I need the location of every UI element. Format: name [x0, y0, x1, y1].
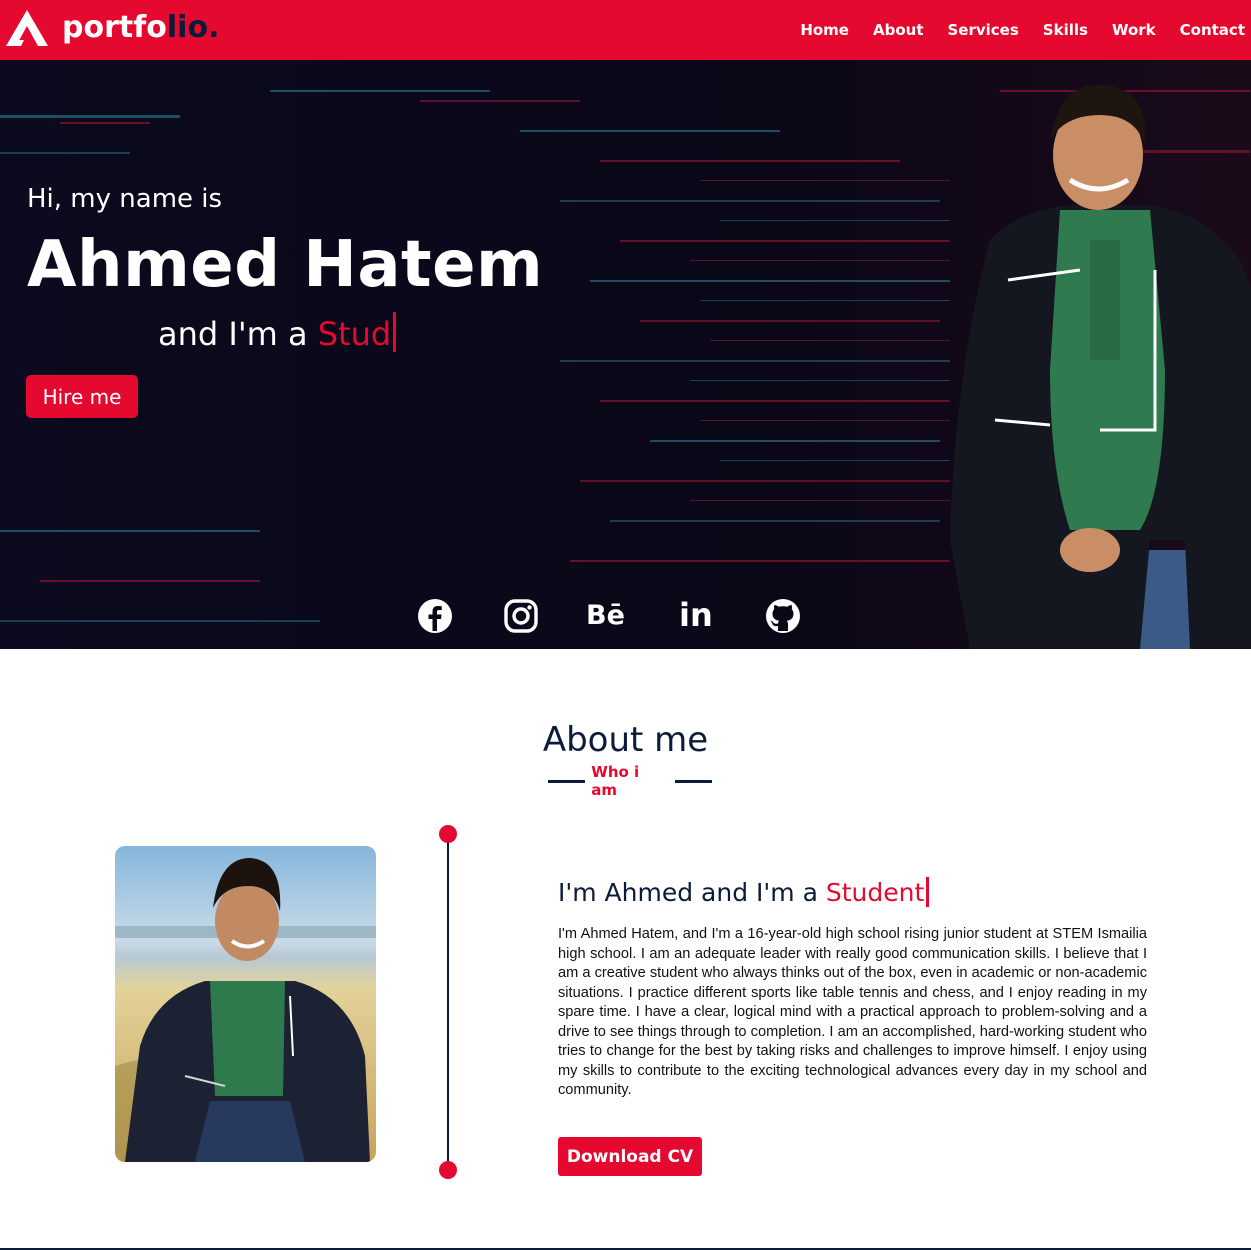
typing-cursor	[393, 312, 397, 352]
hero-role-typed: Stud	[317, 315, 392, 353]
logo-text: portfolio.	[62, 8, 219, 48]
facebook-icon[interactable]	[417, 598, 453, 634]
github-icon[interactable]	[765, 598, 801, 634]
about-subtitle: Who i am	[548, 763, 712, 799]
hero-profile-photo	[950, 84, 1251, 649]
about-heading-prefix: I'm Ahmed and I'm a	[558, 878, 826, 907]
about-profile-photo	[115, 846, 376, 1162]
nav-menu: Home About Services Skills Work Contact	[788, 0, 1251, 60]
hire-me-button[interactable]: Hire me	[26, 375, 138, 418]
typing-cursor	[926, 877, 930, 907]
hero-role-prefix: and I'm a	[158, 315, 318, 353]
logo-text-accent: lio.	[166, 10, 220, 45]
nav-link-home[interactable]: Home	[800, 21, 849, 39]
timeline-line	[447, 834, 449, 1170]
hero-role: and I'm a Stud	[158, 312, 397, 353]
hero-name: Ahmed Hatem	[27, 228, 544, 302]
about-subtitle-text: Who i am	[591, 763, 640, 799]
linkedin-icon[interactable]: in	[679, 598, 715, 634]
subtitle-divider-left	[548, 779, 586, 783]
nav-link-services[interactable]: Services	[948, 21, 1019, 39]
hero-greeting: Hi, my name is	[27, 184, 223, 214]
behance-icon[interactable]: Bē	[586, 598, 632, 634]
nav-link-work[interactable]: Work	[1112, 21, 1156, 39]
about-paragraph: I'm Ahmed Hatem, and I'm a 16-year-old h…	[558, 926, 1147, 1098]
navbar: portfolio. Home About Services Skills Wo…	[0, 0, 1251, 60]
timeline-divider	[438, 825, 458, 1180]
about-heading: I'm Ahmed and I'm a Student	[558, 877, 930, 907]
logo-text-main: portfo	[62, 10, 167, 45]
download-cv-button[interactable]: Download CV	[558, 1137, 702, 1176]
timeline-dot-top	[439, 825, 457, 843]
site-logo[interactable]: portfolio.	[4, 8, 219, 48]
nav-link-contact[interactable]: Contact	[1180, 21, 1245, 39]
logo-mark-icon	[6, 10, 48, 46]
about-heading-typed: Student	[825, 878, 925, 907]
hero-section: Hi, my name is Ahmed Hatem and I'm a Stu…	[0, 60, 1251, 649]
timeline-dot-bottom	[439, 1161, 457, 1179]
nav-link-skills[interactable]: Skills	[1043, 21, 1088, 39]
subtitle-divider-right	[674, 779, 712, 783]
social-links: Bē in	[400, 590, 820, 640]
instagram-icon[interactable]	[503, 598, 539, 634]
nav-link-about[interactable]: About	[873, 21, 924, 39]
about-title: About me	[542, 720, 709, 760]
